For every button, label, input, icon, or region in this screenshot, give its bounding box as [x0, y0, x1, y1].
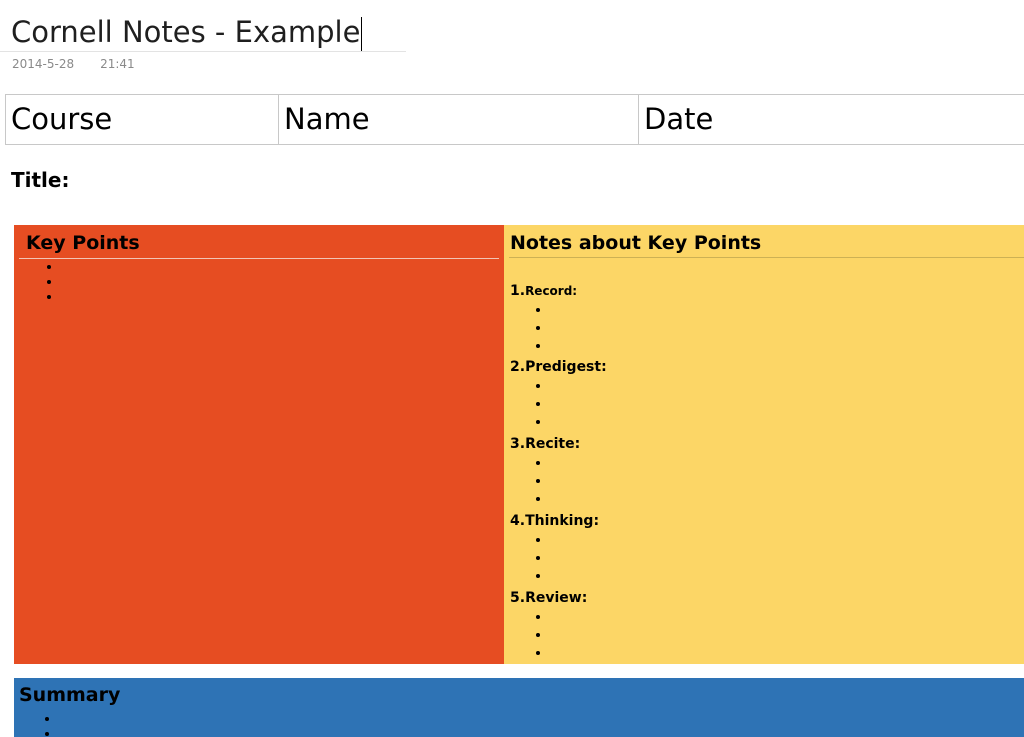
- list-bullet[interactable]: [536, 490, 936, 508]
- summary-panel[interactable]: Summary: [14, 678, 1024, 737]
- list-bullet[interactable]: [536, 644, 936, 662]
- key-points-panel[interactable]: Key Points: [14, 225, 504, 664]
- page-title[interactable]: Cornell Notes - Example: [11, 10, 363, 54]
- notes-panel[interactable]: Notes about Key Points 1.Record: 2.Predi…: [504, 225, 1024, 664]
- notes-heading: Notes about Key Points: [510, 232, 762, 254]
- header-row: Course Name Date: [5, 94, 1024, 145]
- note-section-predigest: 2.Predigest:: [510, 357, 910, 431]
- notes-divider: [509, 257, 1024, 258]
- list-bullet[interactable]: [536, 549, 936, 567]
- note-section-record: 1.Record:: [510, 281, 910, 355]
- summary-heading: Summary: [19, 684, 121, 706]
- list-bullet[interactable]: [536, 472, 936, 490]
- note-bullet-list: [536, 377, 936, 431]
- list-bullet[interactable]: [536, 454, 936, 472]
- list-bullet[interactable]: [536, 567, 936, 585]
- note-section-title: 3.Recite:: [510, 436, 581, 452]
- note-section-title: 1.Record:: [510, 283, 578, 299]
- notes-page: Cornell Notes - Example 2014-5-28 21:41 C…: [0, 0, 1024, 737]
- note-bullet-list: [536, 301, 936, 355]
- list-bullet[interactable]: [536, 337, 936, 355]
- list-bullet[interactable]: [536, 608, 936, 626]
- page-date: 2014-5-28: [12, 57, 75, 71]
- page-timestamp: 2014-5-28 21:41: [12, 57, 135, 71]
- note-section-recite: 3.Recite:: [510, 434, 910, 508]
- list-bullet[interactable]: [536, 377, 936, 395]
- list-bullet[interactable]: [536, 626, 936, 644]
- list-bullet[interactable]: [536, 413, 936, 431]
- note-section-review: 5.Review:: [510, 588, 910, 662]
- note-bullet-list: [536, 608, 936, 662]
- list-bullet[interactable]: [536, 395, 936, 413]
- note-section-title: 5.Review:: [510, 590, 588, 606]
- header-table: Course Name Date: [5, 94, 1024, 145]
- note-section-title: 4.Thinking:: [510, 513, 600, 529]
- list-bullet[interactable]: [536, 319, 936, 337]
- note-section-thinking: 4.Thinking:: [510, 511, 910, 585]
- text-cursor: [361, 17, 363, 51]
- note-bullet-list: [536, 454, 936, 508]
- course-cell[interactable]: Course: [5, 94, 279, 145]
- name-cell[interactable]: Name: [278, 94, 639, 145]
- page-time: 21:41: [100, 57, 135, 71]
- date-cell[interactable]: Date: [638, 94, 1024, 145]
- title-underline: [0, 51, 406, 52]
- list-bullet[interactable]: [536, 531, 936, 549]
- key-points-divider: [19, 258, 499, 259]
- note-bullet-list: [536, 531, 936, 585]
- document-title-label[interactable]: Title:: [11, 168, 69, 192]
- list-bullet[interactable]: [536, 301, 936, 319]
- key-points-heading: Key Points: [26, 232, 140, 254]
- note-section-title: 2.Predigest:: [510, 359, 607, 375]
